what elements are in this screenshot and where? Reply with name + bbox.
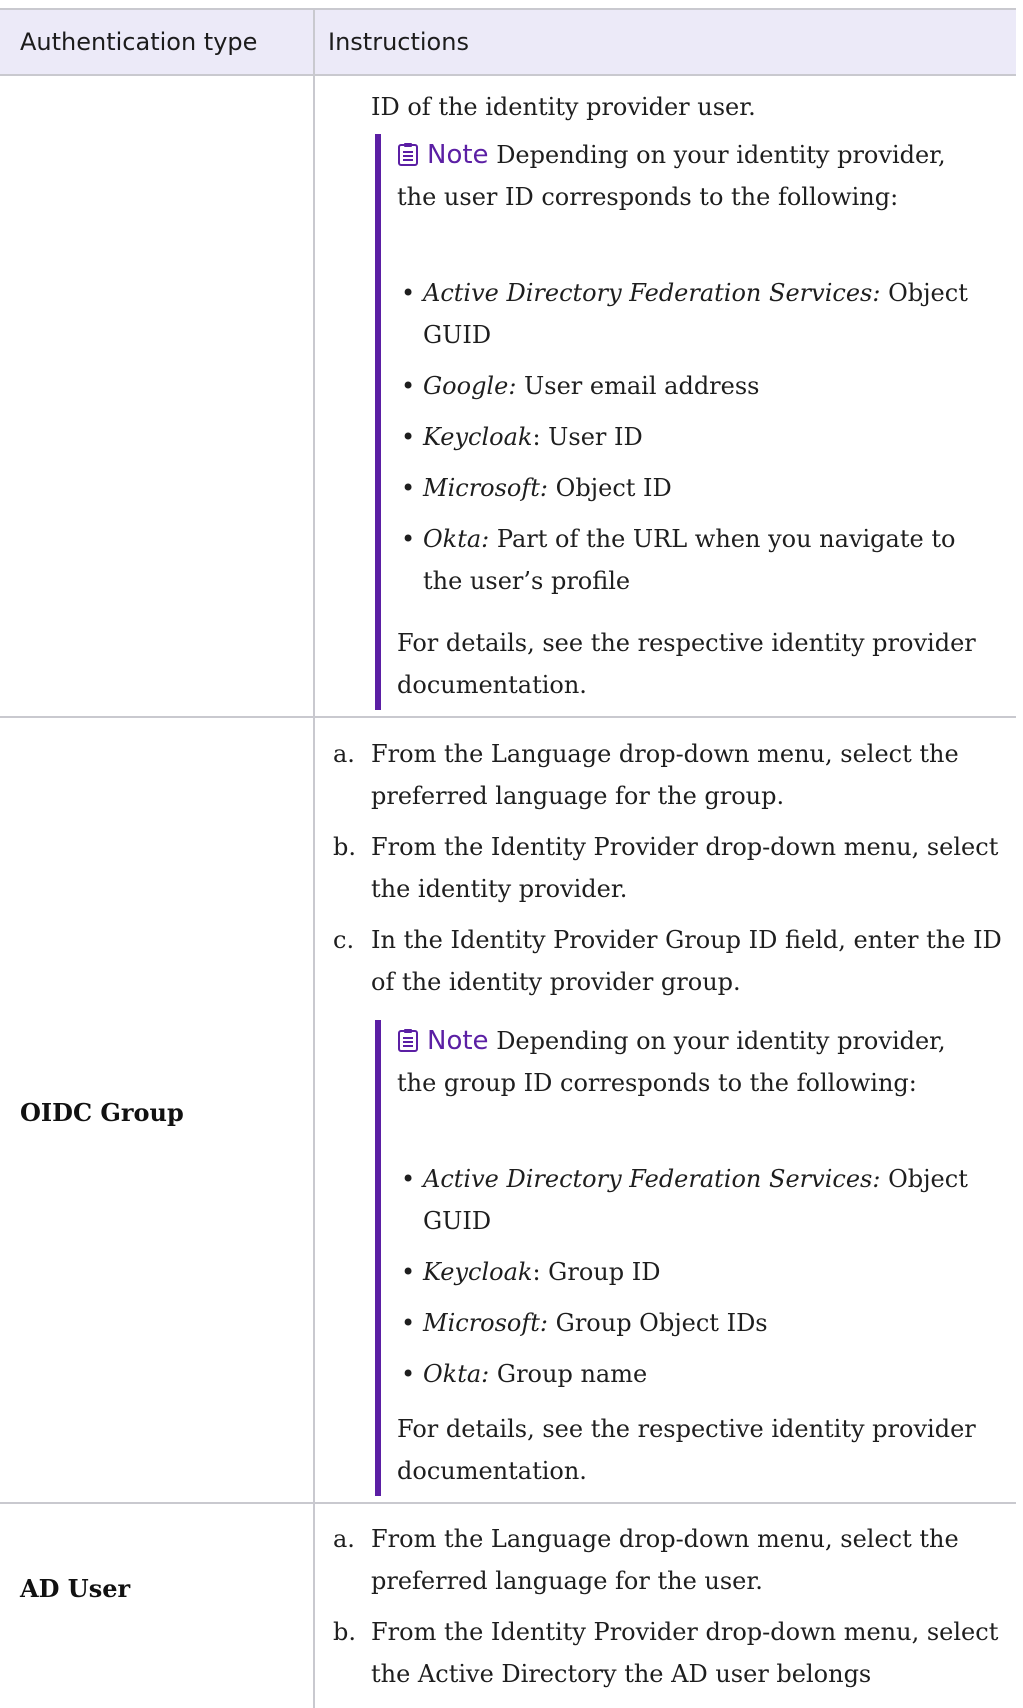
header-authentication-type: Authentication type <box>20 28 258 56</box>
list-item: Okta: Part of the URL when you navigate … <box>397 518 987 602</box>
row1-note-list: Active Directory Federation Services: Ob… <box>397 272 987 611</box>
list-item: c. In the Identity Provider Group ID fiel… <box>333 919 1013 1003</box>
clipboard-icon <box>398 1029 418 1052</box>
note-bar <box>375 134 381 710</box>
list-marker: b. <box>333 833 356 861</box>
list-item: Google: User email address <box>397 365 987 407</box>
table-header: Authentication type Instructions <box>0 8 1016 76</box>
row2-steps: a. From the Language drop-down menu, sele… <box>333 733 1013 1012</box>
row-divider <box>0 1502 1016 1504</box>
row2-note-list: Active Directory Federation Services: Ob… <box>397 1158 987 1404</box>
note-lead: Note Depending on your identity provider… <box>397 140 946 211</box>
row-label-oidc-group: OIDC Group <box>20 1098 184 1127</box>
row-divider <box>0 716 1016 718</box>
list-item: a. From the Language drop-down menu, sele… <box>333 733 1013 817</box>
list-marker: a. <box>333 740 355 768</box>
list-item: Okta: Group name <box>397 1353 987 1395</box>
list-marker: c. <box>333 926 355 954</box>
row2-note: Note Depending on your identity provider… <box>375 1020 995 1496</box>
note-bar <box>375 1020 381 1496</box>
list-item: b. From the Identity Provider drop-down m… <box>333 1611 1013 1695</box>
list-marker: b. <box>333 1618 356 1646</box>
list-marker: a. <box>333 1525 355 1553</box>
note-title: Note <box>397 140 489 170</box>
column-divider <box>313 8 315 1708</box>
clipboard-icon <box>398 143 418 166</box>
list-item: a. From the Language drop-down menu, sele… <box>333 1518 1013 1602</box>
row-label-ad-user: AD User <box>20 1574 131 1603</box>
header-instructions: Instructions <box>328 28 469 56</box>
note-footer: For details, see the respective identity… <box>397 629 976 699</box>
row1-note: Note Depending on your identity provider… <box>375 134 995 710</box>
list-item: Microsoft: Object ID <box>397 467 987 509</box>
note-lead: Note Depending on your identity provider… <box>397 1026 946 1097</box>
row1-text: ID of the identity provider user. <box>371 93 756 121</box>
list-item: Microsoft: Group Object IDs <box>397 1302 987 1344</box>
list-item: Active Directory Federation Services: Ob… <box>397 1158 987 1242</box>
note-title: Note <box>397 1026 489 1056</box>
list-item: Keycloak: Group ID <box>397 1251 987 1293</box>
row3-steps: a. From the Language drop-down menu, sele… <box>333 1518 1013 1704</box>
note-footer: For details, see the respective identity… <box>397 1415 976 1485</box>
list-item: Active Directory Federation Services: Ob… <box>397 272 987 356</box>
list-item: Keycloak: User ID <box>397 416 987 458</box>
list-item: b. From the Identity Provider drop-down m… <box>333 826 1013 910</box>
